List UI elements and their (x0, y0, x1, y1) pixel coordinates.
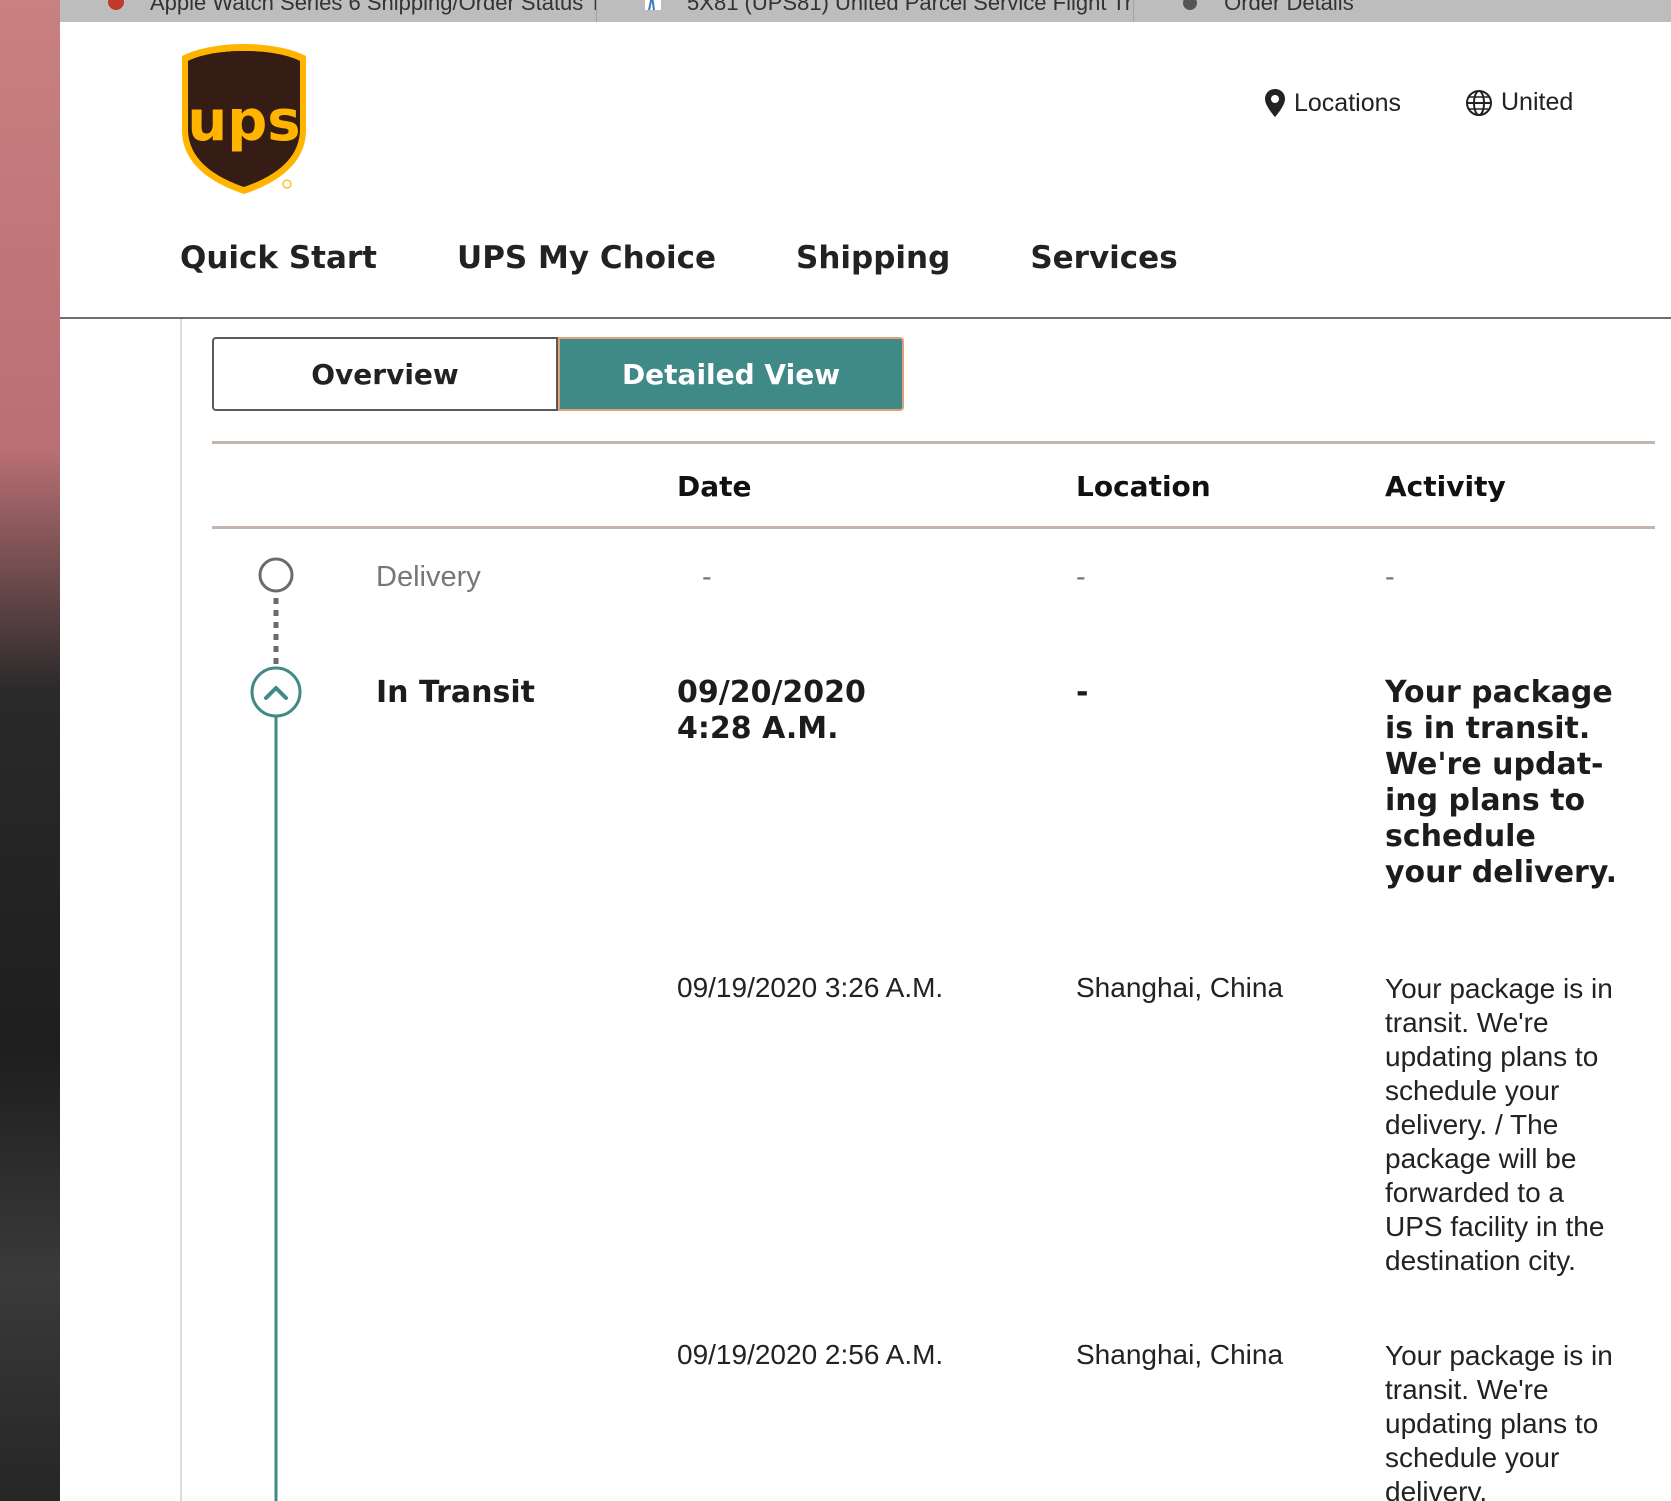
locations-label: Locations (1294, 88, 1402, 117)
event-activity: Your package is in transit. We're updati… (1385, 1340, 1613, 1501)
header-divider (60, 317, 1671, 319)
column-header-location: Location (1076, 470, 1211, 503)
column-header-date: Date (677, 470, 752, 503)
tab-title: Apple Watch Series 6 Shipping/Order Stat… (150, 0, 598, 15)
event-date: 09/19/2020 2:56 A.M. (677, 1339, 944, 1370)
desktop-background (0, 0, 60, 1501)
in-transit-location: - (1076, 675, 1089, 710)
event-date: 09/19/2020 3:26 A.M. (677, 972, 944, 1003)
content-left-border (180, 319, 182, 1501)
in-transit-date: 09/20/2020 4:28 A.M. (677, 675, 866, 747)
location-pin-icon (1265, 89, 1285, 117)
browser-window: Apple Watch Series 6 Shipping/Order Stat… (60, 0, 1671, 1501)
view-toggle: Overview Detailed View (212, 337, 904, 411)
country-label: United (1501, 88, 1574, 116)
tab-title: 5X81 (UPS81) United Parcel Service Fligh… (687, 0, 1135, 15)
nav-services[interactable]: Services (1030, 240, 1177, 276)
browser-tab-bar: Apple Watch Series 6 Shipping/Order Stat… (60, 0, 1671, 22)
in-transit-date-line1: 09/20/2020 (677, 675, 866, 710)
ups-logo[interactable]: ups (178, 42, 310, 198)
column-header-activity: Activity (1385, 470, 1506, 503)
country-selector[interactable]: United (1465, 88, 1573, 117)
in-transit-time: 4:28 A.M. (677, 711, 839, 746)
event-location: Shanghai, China (1076, 972, 1284, 1003)
main-nav: Quick Start UPS My Choice Shipping Servi… (180, 240, 1258, 276)
pending-step-icon (258, 557, 294, 593)
browser-tab[interactable]: Apple Watch Series 6 Shipping/Order Stat… (60, 0, 598, 22)
nav-ups-my-choice[interactable]: UPS My Choice (457, 240, 716, 276)
logo-text: ups (187, 89, 300, 154)
nav-shipping[interactable]: Shipping (796, 240, 950, 276)
nav-quick-start[interactable]: Quick Start (180, 240, 377, 276)
table-header-top-rule (212, 441, 1655, 444)
event-location: Shanghai, China (1076, 1339, 1284, 1370)
apple-icon (1183, 0, 1198, 10)
delivery-date: - (702, 561, 712, 593)
tab-title: Order Details (1224, 0, 1354, 15)
overview-tab[interactable]: Overview (212, 337, 558, 411)
progress-timeline (250, 557, 302, 1501)
delivery-location: - (1076, 561, 1086, 593)
status-in-transit: In Transit (376, 675, 536, 710)
table-header-bottom-rule (212, 526, 1655, 529)
chevron-up-icon[interactable] (250, 666, 302, 718)
locations-link[interactable]: Locations (1264, 88, 1401, 118)
status-delivery: Delivery (376, 561, 481, 593)
browser-tab[interactable]: Order Details (1134, 0, 1671, 22)
detailed-view-tab[interactable]: Detailed View (558, 337, 904, 411)
in-transit-activity: Your package is in transit. We're updat-… (1385, 675, 1618, 890)
globe-icon (1466, 89, 1492, 116)
favicon-icon (108, 0, 124, 10)
event-activity: Your package is in transit. We're updati… (1385, 973, 1613, 1276)
flight-tracker-icon (645, 0, 662, 11)
delivery-activity: - (1385, 561, 1395, 593)
browser-tab[interactable]: 5X81 (UPS81) United Parcel Service Fligh… (597, 0, 1135, 22)
